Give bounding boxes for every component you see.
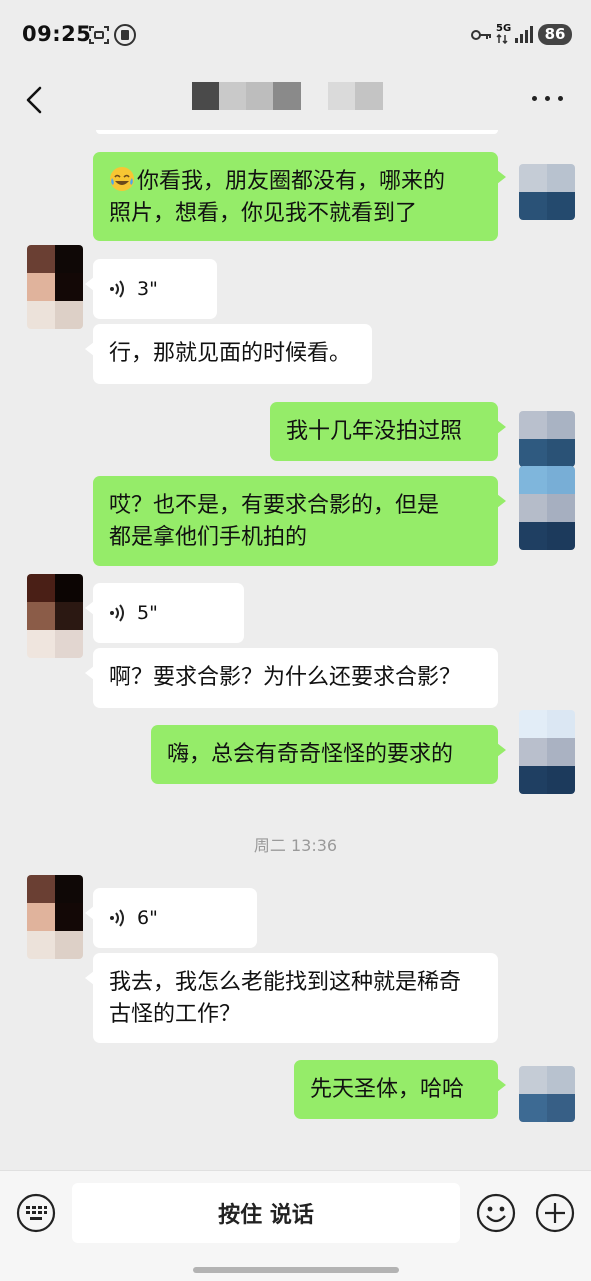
hold-to-talk-button[interactable]: 按住 说话 <box>72 1183 460 1243</box>
status-time: 09:25 <box>22 22 92 46</box>
my-avatar[interactable] <box>519 164 575 220</box>
message-text-line: 照片，想看，你见我不就看到了 <box>109 201 418 226</box>
clipped-message-bubble <box>96 130 498 134</box>
voice-duration: 5" <box>137 602 158 624</box>
my-avatar[interactable] <box>519 466 575 550</box>
emoji-button[interactable] <box>476 1193 516 1233</box>
contact-name-redacted <box>192 82 384 110</box>
message-text-line: 你看我，朋友圈都没有，哪来的 <box>137 169 446 194</box>
my-avatar[interactable] <box>519 1066 575 1122</box>
voice-duration: 6" <box>137 907 158 929</box>
message-bubble-sent[interactable]: 我十几年没拍过照 <box>270 402 506 461</box>
message-text-line: 古怪的工作？ <box>109 1002 242 1027</box>
message-text-line: 我十几年没拍过照 <box>286 419 463 444</box>
message-text-line: 哎？也不是，有要求合影的，但是 <box>109 493 440 518</box>
message-bubble-sent[interactable]: 哎？也不是，有要求合影的，但是 都是拿他们手机拍的 <box>93 476 506 566</box>
voice-message[interactable]: 6" <box>85 888 257 948</box>
home-indicator[interactable] <box>193 1267 399 1273</box>
message-bubble-sent[interactable]: 先天圣体，哈哈 <box>294 1060 506 1119</box>
message-text-line: 我去，我怎么老能找到这种就是稀奇 <box>109 970 462 995</box>
voice-message[interactable]: 3" <box>85 259 217 319</box>
sim-icon <box>114 24 136 46</box>
contact-avatar[interactable] <box>27 875 83 959</box>
more-functions-button[interactable] <box>535 1193 575 1233</box>
screenshot-icon <box>89 26 109 44</box>
voice-wave-icon <box>110 604 124 622</box>
message-text-line: 啊？要求合影？为什么还要求合影？ <box>109 665 462 690</box>
signal-icon <box>515 26 533 43</box>
smiley-icon <box>476 1193 516 1233</box>
message-text-line: 行，那就见面的时候看。 <box>109 341 352 366</box>
message-text-line: 先天圣体，哈哈 <box>310 1077 465 1102</box>
battery-level: 86 <box>544 25 566 43</box>
message-bubble-received[interactable]: 行，那就见面的时候看。 <box>85 324 372 384</box>
status-bar: 09:25 5G 86 <box>0 0 591 70</box>
my-avatar[interactable] <box>519 710 575 794</box>
message-bubble-received[interactable]: 我去，我怎么老能找到这种就是稀奇 古怪的工作？ <box>85 953 498 1043</box>
contact-avatar[interactable] <box>27 245 83 329</box>
battery-indicator: 86 <box>538 24 572 45</box>
voice-duration: 3" <box>137 278 158 300</box>
back-button[interactable] <box>20 80 50 120</box>
input-bar: 按住 说话 <box>0 1170 591 1281</box>
voice-wave-icon <box>110 280 124 298</box>
chat-message-list[interactable]: 你看我，朋友圈都没有，哪来的 照片，想看，你见我不就看到了 3" 行，那就见面的… <box>0 130 591 1170</box>
more-button[interactable] <box>530 86 566 114</box>
message-timestamp: 周二 13:36 <box>253 836 338 855</box>
keyboard-toggle-button[interactable] <box>16 1193 56 1233</box>
my-avatar[interactable] <box>519 411 575 467</box>
data-arrows-icon <box>496 34 508 44</box>
voice-wave-icon <box>110 909 124 927</box>
message-text-line: 都是拿他们手机拍的 <box>109 525 308 550</box>
message-text-line: 嗨，总会有奇奇怪怪的要求的 <box>167 742 454 767</box>
contact-avatar[interactable] <box>27 574 83 658</box>
plus-circle-icon <box>535 1193 575 1233</box>
chat-header <box>0 70 591 130</box>
key-icon <box>471 30 491 40</box>
network-type: 5G <box>496 23 512 34</box>
laughing-tears-emoji-icon <box>109 166 135 192</box>
message-bubble-sent[interactable]: 嗨，总会有奇奇怪怪的要求的 <box>151 725 506 784</box>
message-bubble-sent[interactable]: 你看我，朋友圈都没有，哪来的 照片，想看，你见我不就看到了 <box>93 152 506 241</box>
message-bubble-received[interactable]: 啊？要求合影？为什么还要求合影？ <box>85 648 498 708</box>
voice-message[interactable]: 5" <box>85 583 244 643</box>
keyboard-icon <box>16 1193 56 1233</box>
chevron-left-icon <box>26 86 42 114</box>
